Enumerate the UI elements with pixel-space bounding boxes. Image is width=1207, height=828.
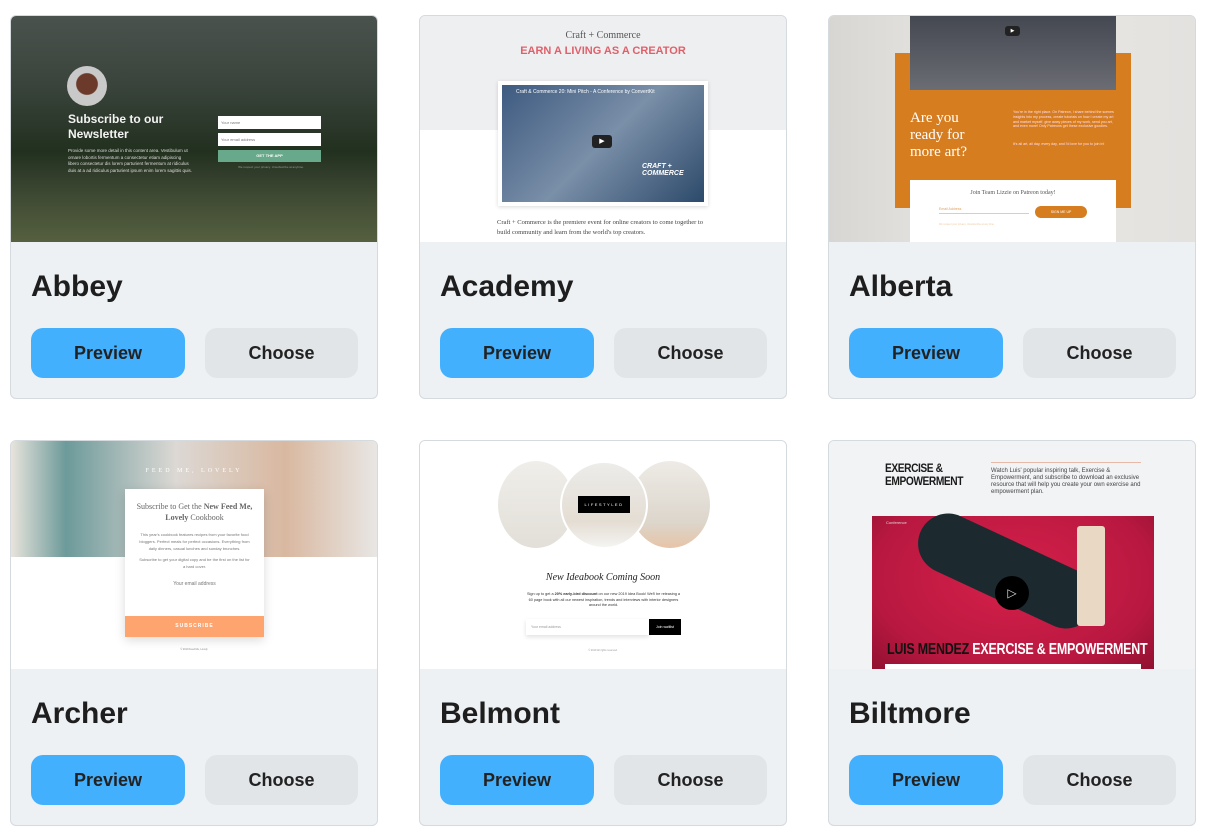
play-icon[interactable]: ▶	[592, 135, 612, 148]
join-waitlist-button: Join waitlist	[649, 619, 681, 635]
cta-button: SIGN ME UP	[1035, 206, 1087, 218]
avatar	[67, 66, 107, 106]
thumb-heading: EXERCISE & EMPOWERMENT	[885, 461, 964, 488]
thumb-heading: Are you ready for more art?	[910, 110, 968, 160]
choose-button[interactable]: Choose	[614, 328, 767, 378]
template-name: Biltmore	[849, 697, 971, 730]
thumb-heading: Subscribe to Get the New Feed Me, Lovely…	[136, 502, 253, 522]
thumb-kicker: Craft + Commerce	[565, 30, 641, 41]
choose-button[interactable]: Choose	[614, 755, 767, 805]
template-gallery: Subscribe to our Newsletter Provide some…	[10, 15, 1196, 826]
privacy-text: We respect your privacy. Unsubscribe at …	[238, 165, 304, 169]
thumb-body: Provide some more detail in this content…	[68, 148, 193, 173]
template-thumbnail[interactable]: LIFESTYLED New Ideabook Coming Soon Sign…	[420, 441, 786, 669]
thumb-body: Sign up to get a 20% early-bird discount…	[526, 592, 681, 607]
preview-button[interactable]: Preview	[440, 755, 594, 805]
template-name: Archer	[31, 697, 128, 730]
template-thumbnail[interactable]: ▶ Are you ready for more art? You're in …	[829, 16, 1195, 242]
template-card-archer: FEED ME, LOVELY Subscribe to Get the New…	[10, 440, 378, 826]
template-card-academy: Craft + Commerce EARN A LIVING AS A CREA…	[419, 15, 787, 399]
play-icon[interactable]: ▶	[1005, 26, 1020, 36]
email-field: Your email address	[218, 133, 321, 146]
preview-button[interactable]: Preview	[849, 328, 1003, 378]
video-embed[interactable]: Craft & Commerce 20: Mini Pitch - A Conf…	[498, 81, 708, 206]
preview-button[interactable]: Preview	[31, 328, 185, 378]
thumb-footer: © 2019 Feed Me, Lovely	[180, 648, 208, 651]
thumb-body: This year's cookbook features recipes fr…	[139, 532, 250, 551]
thumb-body-2: It's all art, all day, every day, and I'…	[1013, 142, 1105, 146]
thumb-heading: New Ideabook Coming Soon	[545, 572, 661, 583]
form-title: Join Team Lizzie on Patreon today!	[970, 190, 1056, 196]
thumb-body-2: Subscribe to get your digital copy and b…	[139, 557, 250, 569]
choose-button[interactable]: Choose	[205, 755, 358, 805]
choose-button[interactable]: Choose	[1023, 328, 1176, 378]
template-thumbnail[interactable]: EXERCISE & EMPOWERMENT Watch Luis' popul…	[829, 441, 1195, 669]
brand-badge: LIFESTYLED	[578, 496, 630, 513]
choose-button[interactable]: Choose	[1023, 755, 1176, 805]
video-embed[interactable]: ▶	[910, 16, 1116, 90]
privacy-text: We respect your privacy. Unsubscribe at …	[939, 223, 995, 226]
template-name: Abbey	[31, 270, 123, 303]
email-field: Your email address	[526, 619, 649, 635]
template-thumbnail[interactable]: FEED ME, LOVELY Subscribe to Get the New…	[11, 441, 377, 669]
brand-name: FEED ME, LOVELY	[145, 468, 243, 474]
template-thumbnail[interactable]: Subscribe to our Newsletter Provide some…	[11, 16, 377, 242]
email-field: Email Address	[939, 207, 1029, 214]
template-name: Academy	[440, 270, 574, 303]
play-icon[interactable]: ▷	[995, 576, 1029, 610]
thumb-body: Watch Luis' popular inspiring talk, Exer…	[991, 468, 1141, 495]
video-logo: CRAFT + COMMERCE	[642, 163, 684, 177]
thumb-heading: EARN A LIVING AS A CREATOR	[520, 45, 686, 57]
thumb-body: Craft + Commerce is the premiere event f…	[497, 219, 703, 236]
template-card-biltmore: EXERCISE & EMPOWERMENT Watch Luis' popul…	[828, 440, 1196, 826]
video-banner: LUIS MENDEZ EXERCISE & EMPOWERMENT	[887, 641, 1148, 658]
preview-button[interactable]: Preview	[849, 755, 1003, 805]
template-card-alberta: ▶ Are you ready for more art? You're in …	[828, 15, 1196, 399]
template-card-abbey: Subscribe to our Newsletter Provide some…	[10, 15, 378, 399]
choose-button[interactable]: Choose	[205, 328, 358, 378]
template-name: Belmont	[440, 697, 560, 730]
video-title: Craft & Commerce 20: Mini Pitch - A Conf…	[516, 89, 655, 95]
video-embed[interactable]: Conference ▷ LUIS MENDEZ EXERCISE & EMPO…	[872, 503, 1154, 669]
template-name: Alberta	[849, 270, 953, 303]
cta-button: GET THE APP	[218, 150, 321, 162]
preview-button[interactable]: Preview	[31, 755, 185, 805]
template-thumbnail[interactable]: Craft + Commerce EARN A LIVING AS A CREA…	[420, 16, 786, 242]
subscribe-button: SUBSCRIBE	[125, 616, 264, 637]
preview-button[interactable]: Preview	[440, 328, 594, 378]
name-field: Your name	[218, 116, 321, 129]
email-field: Your email address	[173, 581, 216, 587]
video-channel: Conference	[886, 520, 907, 525]
thumb-heading: Subscribe to our Newsletter	[68, 112, 164, 141]
thumb-footer: © 2019 All rights reserved.	[588, 649, 618, 652]
thumb-body: You're in the right place. On Patreon, I…	[1013, 110, 1114, 129]
template-card-belmont: LIFESTYLED New Ideabook Coming Soon Sign…	[419, 440, 787, 826]
